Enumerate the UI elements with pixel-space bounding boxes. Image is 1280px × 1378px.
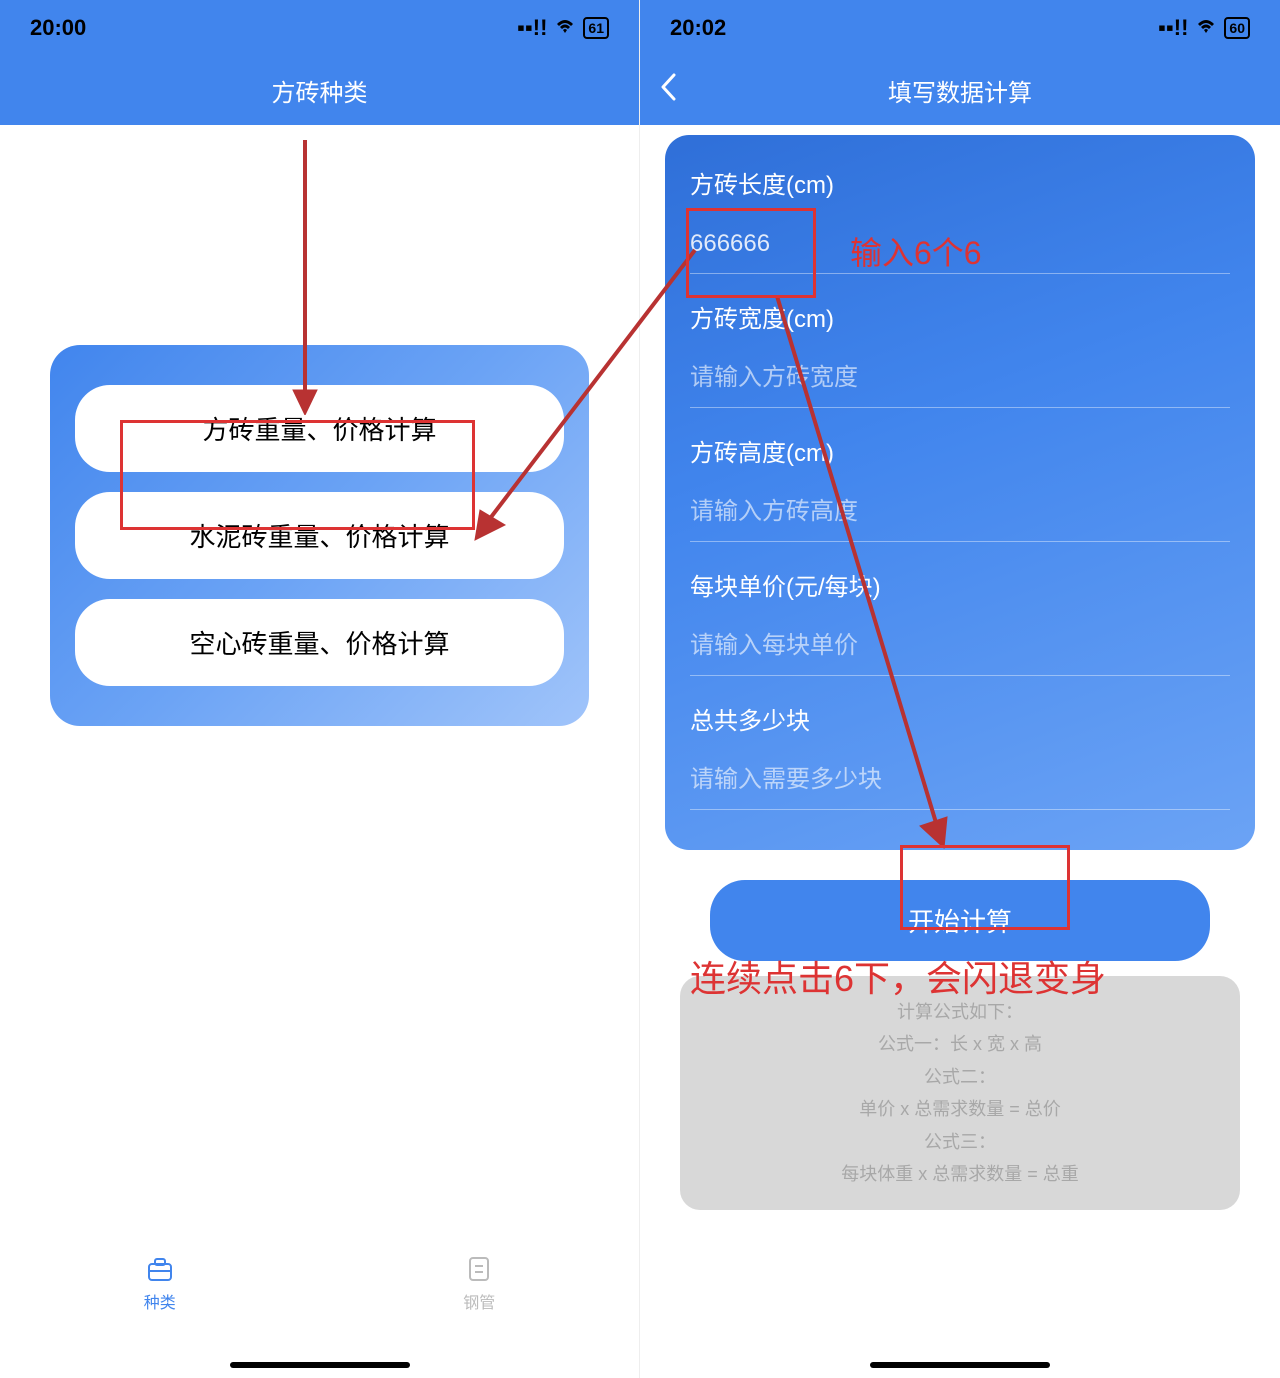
input-height[interactable]	[690, 483, 1230, 542]
status-bar: 20:00 ▪▪!! 61	[0, 0, 639, 55]
battery-icon: 61	[583, 17, 609, 39]
wifi-icon	[1196, 15, 1216, 41]
form-card: 方砖长度(cm) 方砖宽度(cm) 方砖高度(cm) 每块单价(元/每块) 总共…	[665, 135, 1255, 850]
nav-bar: 方砖种类	[0, 55, 639, 125]
signal-icon: ▪▪!!	[1158, 15, 1188, 41]
status-icons: ▪▪!! 61	[517, 15, 609, 41]
options-card: 方砖重量、价格计算 水泥砖重量、价格计算 空心砖重量、价格计算	[50, 345, 589, 726]
option-hollow-brick[interactable]: 空心砖重量、价格计算	[75, 599, 564, 686]
input-length[interactable]	[690, 215, 1230, 274]
input-price[interactable]	[690, 617, 1230, 676]
tab-bar: 种类 钢管	[0, 1238, 639, 1328]
formula-line: 公式三：	[700, 1126, 1220, 1158]
field-label-length: 方砖长度(cm)	[690, 165, 1230, 200]
formula-title: 计算公式如下：	[700, 996, 1220, 1028]
signal-icon: ▪▪!!	[517, 15, 547, 41]
formula-display: 计算公式如下： 公式一：长 x 宽 x 高 公式二： 单价 x 总需求数量 = …	[680, 976, 1240, 1210]
option-square-brick[interactable]: 方砖重量、价格计算	[75, 385, 564, 472]
input-width[interactable]	[690, 349, 1230, 408]
status-time: 20:00	[30, 15, 86, 41]
home-indicator[interactable]	[230, 1362, 410, 1368]
field-label-price: 每块单价(元/每块)	[690, 567, 1230, 602]
toolbox-icon	[145, 1254, 175, 1284]
left-phone-screen: 20:00 ▪▪!! 61 方砖种类 方砖重量、价格计算 水泥砖重量、价格计算 …	[0, 0, 640, 1378]
wifi-icon	[555, 15, 575, 41]
formula-line: 公式二：	[700, 1061, 1220, 1093]
doc-icon	[464, 1254, 494, 1284]
nav-title: 方砖种类	[272, 73, 368, 108]
formula-line: 单价 x 总需求数量 = 总价	[700, 1093, 1220, 1125]
tab-label: 钢管	[463, 1289, 495, 1313]
battery-icon: 60	[1224, 17, 1250, 39]
calculate-button[interactable]: 开始计算	[710, 880, 1210, 961]
tab-label: 种类	[144, 1289, 176, 1313]
tab-steel[interactable]: 钢管	[463, 1254, 495, 1313]
tab-category[interactable]: 种类	[144, 1254, 176, 1313]
input-count[interactable]	[690, 751, 1230, 810]
right-phone-screen: 20:02 ▪▪!! 60 填写数据计算 方砖长度(cm) 方砖宽度(cm) 方…	[640, 0, 1280, 1378]
option-cement-brick[interactable]: 水泥砖重量、价格计算	[75, 492, 564, 579]
status-bar: 20:02 ▪▪!! 60	[640, 0, 1280, 55]
field-label-height: 方砖高度(cm)	[690, 433, 1230, 468]
formula-line: 公式一：长 x 宽 x 高	[700, 1028, 1220, 1060]
field-label-count: 总共多少块	[690, 701, 1230, 736]
back-button[interactable]	[660, 73, 676, 108]
home-indicator[interactable]	[870, 1362, 1050, 1368]
field-label-width: 方砖宽度(cm)	[690, 299, 1230, 334]
status-time: 20:02	[670, 15, 726, 41]
nav-title: 填写数据计算	[888, 73, 1032, 108]
status-icons: ▪▪!! 60	[1158, 15, 1250, 41]
formula-line: 每块体重 x 总需求数量 = 总重	[700, 1158, 1220, 1190]
nav-bar: 填写数据计算	[640, 55, 1280, 125]
